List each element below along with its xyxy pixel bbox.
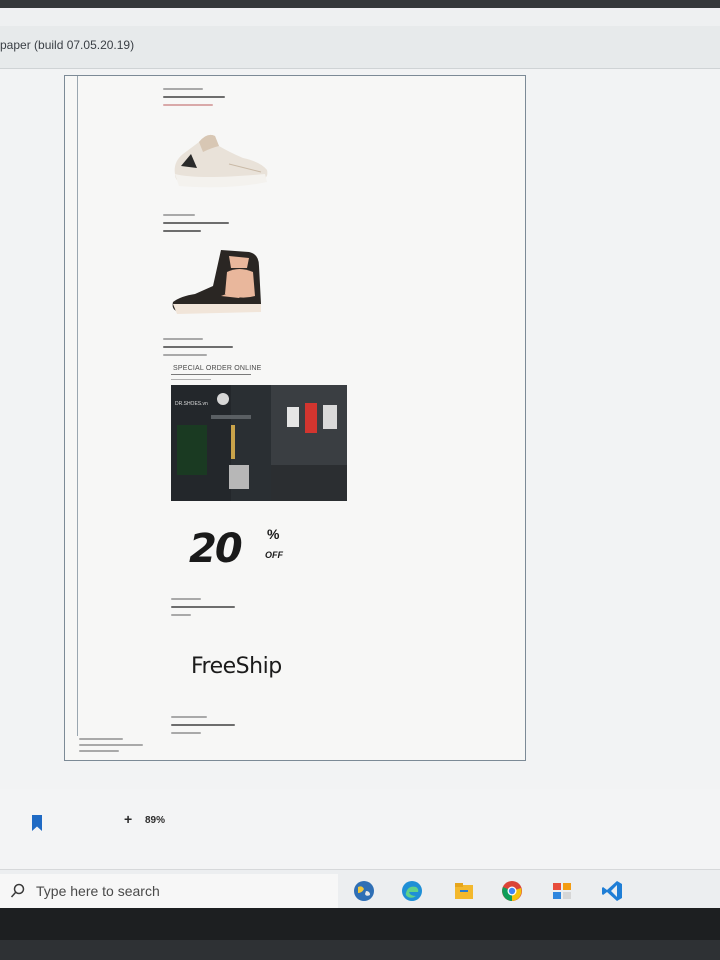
page-margin-line	[77, 76, 78, 736]
edge-icon[interactable]	[400, 879, 424, 903]
app-icon-globe[interactable]	[352, 879, 376, 903]
freeship-label: FreeShip	[191, 654, 282, 679]
product-caption-3	[163, 338, 253, 362]
discount-percent: %	[267, 526, 280, 542]
page-footer-text	[79, 738, 149, 756]
title-bar: paper (build 07.05.20.19)	[0, 26, 720, 69]
product-image-sneaker-white[interactable]	[169, 124, 273, 194]
store-interior-photo[interactable]: DR.SHOES.vn	[171, 385, 347, 501]
window-title: paper (build 07.05.20.19)	[0, 38, 135, 52]
search-placeholder: Type here to search	[36, 883, 160, 899]
discount-off-label: OFF	[265, 550, 283, 560]
bookmark-icon[interactable]	[32, 815, 42, 831]
document-workspace[interactable]: SPECIAL ORDER ONLINE DR.SHOES.vn 20 % OF…	[0, 69, 720, 789]
chrome-icon[interactable]	[500, 879, 524, 903]
vscode-icon[interactable]	[600, 879, 624, 903]
product-caption-5	[171, 716, 251, 740]
status-bar: + 89%	[0, 789, 720, 869]
discount-graphic: 20 % OFF	[189, 526, 309, 576]
heading-subline	[171, 379, 211, 380]
taskbar-search-box[interactable]: Type here to search	[0, 874, 338, 908]
heading-underline	[171, 374, 251, 375]
discount-number: 20	[189, 526, 243, 572]
product-caption-4	[171, 598, 251, 622]
taskbar: Type here to search	[0, 869, 720, 908]
office-icon[interactable]	[550, 879, 574, 903]
special-order-heading: SPECIAL ORDER ONLINE	[173, 365, 262, 372]
product-caption-2	[163, 214, 243, 238]
zoom-level: 89%	[145, 815, 166, 826]
desk-area	[0, 940, 720, 960]
product-caption-1	[163, 88, 243, 112]
search-icon	[10, 883, 25, 898]
file-explorer-icon[interactable]	[452, 879, 476, 903]
store-photo-label: DR.SHOES.vn	[175, 401, 208, 407]
zoom-in-button[interactable]: +	[124, 811, 132, 827]
product-image-sneaker-hightop[interactable]	[169, 246, 269, 322]
document-page[interactable]: SPECIAL ORDER ONLINE DR.SHOES.vn 20 % OF…	[64, 75, 526, 761]
screen: paper (build 07.05.20.19) SPECIAL ORDER …	[0, 8, 720, 908]
